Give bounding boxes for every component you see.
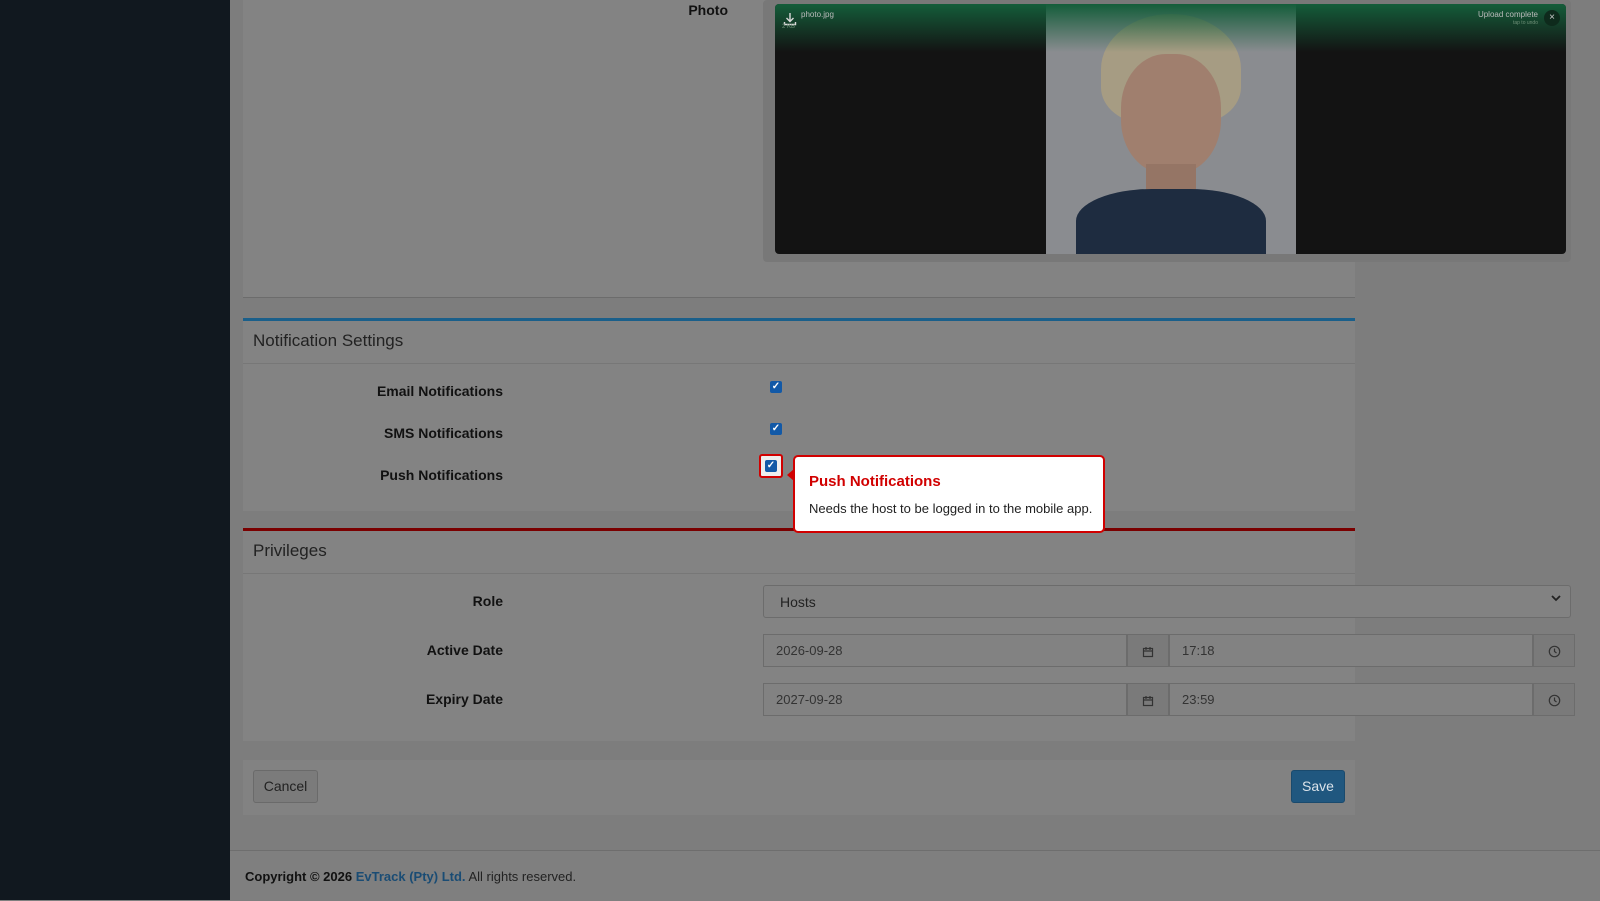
photo-label: Photo: [688, 2, 728, 18]
upload-status-bar: [775, 4, 1566, 52]
push-notifications-checkbox[interactable]: ✓: [765, 460, 777, 472]
clock-icon: [1548, 645, 1560, 658]
popover-arrow: [787, 469, 794, 481]
sidebar: [0, 0, 230, 900]
divider: [243, 573, 1355, 574]
cancel-button[interactable]: Cancel: [253, 770, 318, 803]
active-time-input[interactable]: 17:18: [1169, 634, 1533, 667]
rights-text: All rights reserved.: [468, 869, 577, 884]
photo-section: Photo photo.jpg 2 KB Upload complete tap…: [243, 0, 1571, 298]
privileges-card: Privileges Role Hosts Active Date 2026-0…: [243, 528, 1575, 741]
photo-preview: photo.jpg 2 KB Upload complete tap to un…: [775, 4, 1566, 254]
privileges-title: Privileges: [253, 541, 327, 560]
popover-body: Needs the host to be logged in to the mo…: [809, 501, 1093, 516]
active-time-picker-button[interactable]: [1533, 634, 1575, 667]
form-actions: Cancel Save: [243, 760, 1355, 815]
email-notifications-checkbox[interactable]: ✓: [770, 381, 782, 393]
push-notifications-popover: Push Notifications Needs the host to be …: [787, 455, 1105, 533]
active-date-picker-button[interactable]: [1127, 634, 1169, 667]
expiry-time-input[interactable]: 23:59: [1169, 683, 1533, 716]
company-link[interactable]: EvTrack (Pty) Ltd.: [356, 869, 466, 884]
sms-notifications-label: SMS Notifications: [383, 425, 503, 441]
active-date-input[interactable]: 2026-09-28: [763, 634, 1127, 667]
expiry-date-input[interactable]: 2027-09-28: [763, 683, 1127, 716]
popover-title: Push Notifications: [809, 473, 941, 490]
upload-status: Upload complete: [1477, 10, 1538, 19]
chevron-down-icon: [1550, 592, 1562, 607]
copyright-prefix: Copyright © 2026: [245, 869, 353, 884]
expiry-time-picker-button[interactable]: [1533, 683, 1575, 716]
email-notifications-label: Email Notifications: [376, 383, 503, 399]
expiry-date-picker-button[interactable]: [1127, 683, 1169, 716]
calendar-icon: [1142, 695, 1154, 706]
file-size: 2 KB: [782, 24, 796, 30]
upload-undo-hint[interactable]: tap to undo: [1513, 20, 1538, 26]
clock-icon: [1548, 694, 1560, 707]
footer: Copyright © 2026 EvTrack (Pty) Ltd. All …: [230, 850, 1600, 901]
divider: [243, 363, 1355, 364]
role-select[interactable]: Hosts: [763, 585, 1571, 618]
remove-file-button[interactable]: ×: [1544, 10, 1560, 26]
push-notifications-label: Push Notifications: [380, 467, 503, 483]
role-label: Role: [472, 593, 503, 609]
save-button[interactable]: Save: [1291, 770, 1345, 803]
file-name: photo.jpg: [801, 10, 834, 19]
role-select-value: Hosts: [780, 594, 816, 610]
expiry-date-label: Expiry Date: [425, 691, 503, 707]
notification-settings-title: Notification Settings: [253, 331, 404, 350]
active-date-label: Active Date: [426, 642, 503, 658]
copyright-text: Copyright © 2026 EvTrack (Pty) Ltd. All …: [245, 869, 576, 884]
calendar-icon: [1142, 646, 1154, 657]
sms-notifications-checkbox[interactable]: ✓: [770, 423, 782, 435]
